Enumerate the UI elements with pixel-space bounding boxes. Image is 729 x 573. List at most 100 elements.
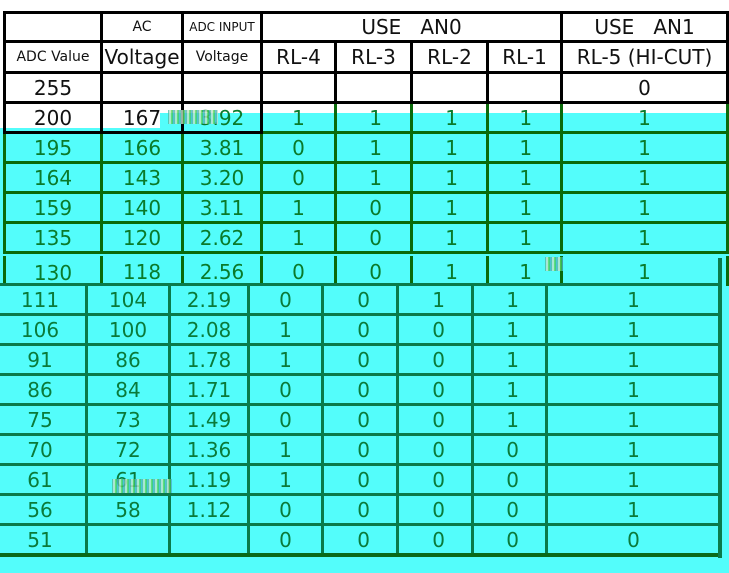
cell-ac: 86 <box>85 343 171 376</box>
header-blank <box>3 11 103 43</box>
cell-rl5: 1 <box>545 403 722 436</box>
cell-vin: 1.36 <box>168 433 250 466</box>
cell-rl3: 0 <box>334 256 413 286</box>
cell-rl4: 1 <box>247 463 324 496</box>
cell-rl2: 1 <box>410 221 489 254</box>
cell-rl1: 1 <box>485 161 564 194</box>
cell-rl2 <box>410 71 489 104</box>
cell-adc: 91 <box>0 343 88 376</box>
table-row: 51 0 0 0 0 0 <box>0 523 722 557</box>
cell-vin: 2.56 <box>181 256 263 286</box>
cell-rl2: 0 <box>396 433 474 466</box>
table-row: 70 72 1.36 1 0 0 0 1 <box>0 433 722 466</box>
glitch-artifact <box>168 110 218 124</box>
cell-rl1: 1 <box>471 373 548 406</box>
cell-rl3: 0 <box>334 191 413 224</box>
cell-adc: 70 <box>0 433 88 466</box>
cell-rl1: 1 <box>471 403 548 436</box>
table-row: 75 73 1.49 0 0 0 1 1 <box>0 403 722 436</box>
header-rl3: RL-3 <box>334 40 413 74</box>
cell-vin: 1.71 <box>168 373 250 406</box>
cell-rl5: 1 <box>560 191 729 224</box>
cell-adc: 51 <box>0 523 88 557</box>
glitch-artifact <box>112 479 172 493</box>
cell-ac: 118 <box>100 256 184 286</box>
cell-vin: 1.78 <box>168 343 250 376</box>
cell-rl1: 0 <box>471 463 548 496</box>
table-row: 106 100 2.08 1 0 0 1 1 <box>0 313 722 346</box>
relay-table-lower: 111 104 2.19 0 0 1 1 1 106 100 2.08 1 0 … <box>0 283 722 557</box>
cell-rl1: 1 <box>485 101 564 134</box>
cell-adc: 111 <box>0 283 88 316</box>
cell-rl4: 0 <box>247 373 324 406</box>
cell-ac <box>85 523 171 557</box>
cell-rl4: 0 <box>247 523 324 557</box>
header-ac-voltage: Voltage <box>100 40 184 74</box>
cell-rl3: 1 <box>334 131 413 164</box>
cell-vin: 2.19 <box>168 283 250 316</box>
table-row: 200 167 3.92 1 1 1 1 1 <box>3 101 729 134</box>
cell-adc: 200 <box>3 101 103 134</box>
cell-adc: 86 <box>0 373 88 406</box>
cell-rl3: 0 <box>321 403 399 436</box>
relay-table-upper: AC ADC INPUT USE AN0 USE AN1 ADC Value V… <box>3 11 729 254</box>
cell-rl3: 0 <box>321 433 399 466</box>
table-row: 135 120 2.62 1 0 1 1 1 <box>3 221 729 254</box>
cell-ac: 84 <box>85 373 171 406</box>
cell-rl2: 1 <box>396 283 474 316</box>
table-row: 255 0 <box>3 71 729 104</box>
cell-rl1: 0 <box>471 523 548 557</box>
cell-rl3: 0 <box>321 283 399 316</box>
cell-vin <box>168 523 250 557</box>
table-row: 164 143 3.20 0 1 1 1 1 <box>3 161 729 194</box>
cell-rl3: 1 <box>334 161 413 194</box>
glitch-border-fragment <box>718 258 722 558</box>
cell-rl4: 0 <box>260 161 337 194</box>
cell-vin <box>181 71 263 104</box>
cell-rl5: 1 <box>560 161 729 194</box>
header-adc-input: ADC INPUT <box>181 11 263 43</box>
cell-rl1: 1 <box>471 313 548 346</box>
cell-rl2: 1 <box>410 101 489 134</box>
cell-rl3 <box>334 71 413 104</box>
cell-rl1: 1 <box>485 221 564 254</box>
header-rl5: RL-5 (HI-CUT) <box>560 40 729 74</box>
table-row: 159 140 3.11 1 0 1 1 1 <box>3 191 729 224</box>
cell-rl2: 0 <box>396 523 474 557</box>
cell-rl3: 1 <box>334 101 413 134</box>
cell-adc: 164 <box>3 161 103 194</box>
cell-vin: 2.08 <box>168 313 250 346</box>
cell-vin: 3.20 <box>181 161 263 194</box>
cell-rl5: 0 <box>545 523 722 557</box>
cell-rl4: 0 <box>247 403 324 436</box>
cell-rl4: 1 <box>247 343 324 376</box>
cell-rl5: 1 <box>545 373 722 406</box>
cell-rl4: 0 <box>247 493 324 526</box>
cell-rl2: 1 <box>410 161 489 194</box>
cell-rl1: 0 <box>471 433 548 466</box>
table-row: 91 86 1.78 1 0 0 1 1 <box>0 343 722 376</box>
cell-vin: 2.62 <box>181 221 263 254</box>
cell-rl2: 0 <box>396 463 474 496</box>
cell-rl2: 0 <box>396 313 474 346</box>
table-row: 86 84 1.71 0 0 0 1 1 <box>0 373 722 406</box>
cell-rl2: 0 <box>396 373 474 406</box>
cell-rl4: 0 <box>247 283 324 316</box>
header-rl4: RL-4 <box>260 40 337 74</box>
cell-rl5: 1 <box>545 433 722 466</box>
cell-rl3: 0 <box>321 523 399 557</box>
cell-ac: 140 <box>100 191 184 224</box>
cell-rl1: 0 <box>471 493 548 526</box>
cell-rl2: 1 <box>410 256 489 286</box>
cell-rl5: 1 <box>560 256 729 286</box>
cell-rl2: 1 <box>410 191 489 224</box>
header-adc-voltage: Voltage <box>181 40 263 74</box>
header-ac: AC <box>100 11 184 43</box>
cell-ac: 100 <box>85 313 171 346</box>
cell-rl4: 0 <box>260 131 337 164</box>
cell-rl2: 1 <box>410 131 489 164</box>
cell-adc: 56 <box>0 493 88 526</box>
cell-vin: 1.49 <box>168 403 250 436</box>
cell-ac: 72 <box>85 433 171 466</box>
header-row-1: AC ADC INPUT USE AN0 USE AN1 <box>3 11 729 43</box>
